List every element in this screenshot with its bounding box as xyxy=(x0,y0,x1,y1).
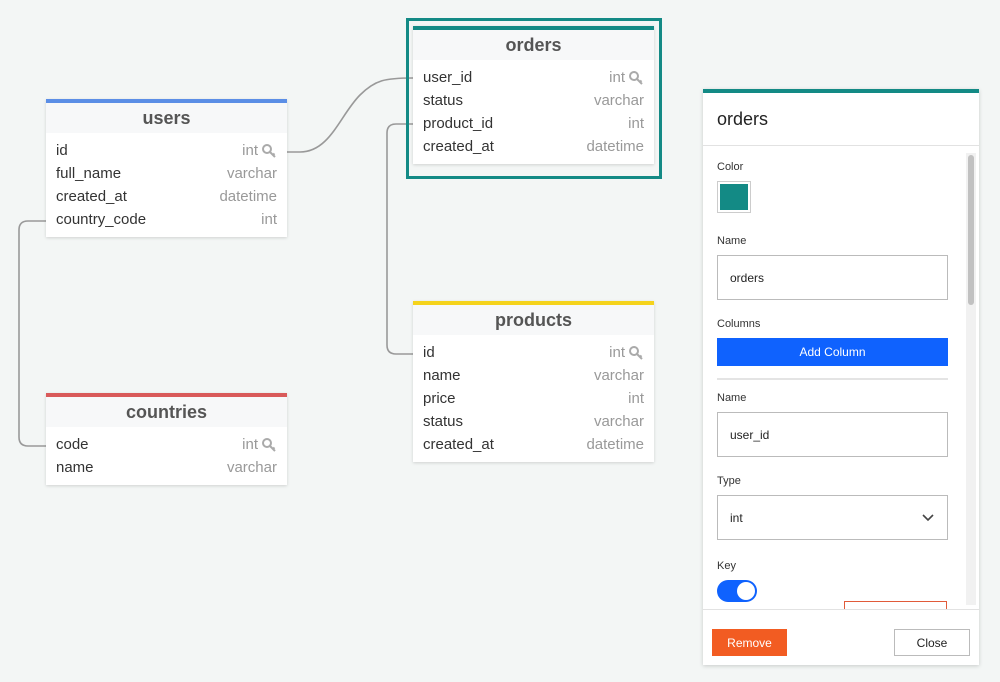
column-name: product_id xyxy=(423,115,494,132)
key-icon xyxy=(262,437,276,452)
column-type: varchar xyxy=(226,459,277,476)
column-name: code xyxy=(56,436,89,453)
column-name: status xyxy=(423,413,464,430)
column-type-wrap: int xyxy=(609,344,644,361)
panel-scroll-area[interactable]: Color Name orders Columns Add Column Nam… xyxy=(703,149,979,609)
column-name: name xyxy=(423,367,461,384)
remove-button[interactable]: Remove xyxy=(712,629,787,656)
panel-title: orders xyxy=(703,93,979,146)
name-label: Name xyxy=(717,235,747,247)
column-row[interactable]: name varchar xyxy=(413,364,654,387)
table-products[interactable]: products id int name varchar price int s… xyxy=(413,301,654,462)
column-type: int xyxy=(242,436,258,453)
column-name: price xyxy=(423,390,456,407)
type-label: Type xyxy=(717,475,741,487)
table-users[interactable]: users id int full_name varchar created_a… xyxy=(46,99,287,237)
column-row[interactable]: created_at datetime xyxy=(46,185,287,208)
link-users-id-orders-user-id xyxy=(287,77,414,153)
column-type: int xyxy=(628,390,644,407)
column-row[interactable]: code int xyxy=(46,433,287,456)
column-name: name xyxy=(56,459,94,476)
column-row[interactable]: country_code int xyxy=(46,208,287,231)
link-users-country-code-countries-code xyxy=(18,220,46,447)
column-name-input[interactable]: user_id xyxy=(717,412,948,457)
column-type: int xyxy=(242,142,258,159)
column-type: datetime xyxy=(219,188,277,205)
column-name: user_id xyxy=(423,69,473,86)
chevron-down-icon xyxy=(922,513,934,521)
column-type-wrap: int xyxy=(609,69,644,86)
color-label: Color xyxy=(717,161,744,173)
key-icon xyxy=(629,70,643,85)
column-row[interactable]: created_at datetime xyxy=(413,433,654,456)
column-row[interactable]: price int xyxy=(413,387,654,410)
column-name: full_name xyxy=(56,165,122,182)
key-icon xyxy=(629,345,643,360)
column-row[interactable]: product_id int xyxy=(413,112,654,135)
column-type: int xyxy=(609,344,625,361)
key-toggle[interactable] xyxy=(717,580,757,602)
column-name: id xyxy=(423,344,435,361)
table-orders-columns: user_id int status varchar product_id in… xyxy=(413,60,654,164)
scrollbar-thumb[interactable] xyxy=(968,155,974,305)
table-products-title[interactable]: products xyxy=(413,305,654,335)
column-name: id xyxy=(56,142,68,159)
column-type: datetime xyxy=(586,138,644,155)
column-type: varchar xyxy=(593,367,644,384)
toggle-knob xyxy=(737,582,755,600)
column-row[interactable]: id int xyxy=(413,341,654,364)
add-column-button[interactable]: Add Column xyxy=(717,338,948,366)
remove-column-button-partial[interactable] xyxy=(844,601,947,609)
column-name: created_at xyxy=(56,188,127,205)
table-orders[interactable]: orders user_id int status varchar produc… xyxy=(413,26,654,164)
column-row[interactable]: name varchar xyxy=(46,456,287,479)
column-type: int xyxy=(609,69,625,86)
divider xyxy=(717,378,948,380)
table-name-input[interactable]: orders xyxy=(717,255,948,300)
table-products-columns: id int name varchar price int status var… xyxy=(413,335,654,462)
close-button[interactable]: Close xyxy=(894,629,970,656)
color-swatch-fill xyxy=(720,184,748,210)
panel-footer: Remove Close xyxy=(703,609,979,665)
column-type: varchar xyxy=(226,165,277,182)
column-type-wrap: int xyxy=(242,436,277,453)
table-countries-title[interactable]: countries xyxy=(46,397,287,427)
table-users-columns: id int full_name varchar created_at date… xyxy=(46,133,287,237)
column-row[interactable]: status varchar xyxy=(413,89,654,112)
column-type: int xyxy=(261,211,277,228)
key-label: Key xyxy=(717,560,736,572)
column-row[interactable]: status varchar xyxy=(413,410,654,433)
column-name: created_at xyxy=(423,138,494,155)
color-picker[interactable] xyxy=(717,181,751,213)
column-type-value: int xyxy=(730,510,743,525)
table-orders-title[interactable]: orders xyxy=(413,30,654,60)
column-name: status xyxy=(423,92,464,109)
column-name: country_code xyxy=(56,211,147,228)
key-icon xyxy=(262,143,276,158)
panel-content: Color Name orders Columns Add Column Nam… xyxy=(703,161,962,602)
column-name: created_at xyxy=(423,436,494,453)
table-editor-panel: orders Color Name orders Columns Add Col… xyxy=(703,89,979,665)
column-name-label: Name xyxy=(717,392,747,404)
column-row[interactable]: full_name varchar xyxy=(46,162,287,185)
column-row[interactable]: user_id int xyxy=(413,66,654,89)
column-type: varchar xyxy=(593,413,644,430)
column-type: datetime xyxy=(586,436,644,453)
table-countries[interactable]: countries code int name varchar xyxy=(46,393,287,485)
column-type: varchar xyxy=(593,92,644,109)
column-type: int xyxy=(628,115,644,132)
table-countries-columns: code int name varchar xyxy=(46,427,287,485)
column-row[interactable]: id int xyxy=(46,139,287,162)
table-users-title[interactable]: users xyxy=(46,103,287,133)
column-type-select[interactable]: int xyxy=(717,495,948,540)
column-row[interactable]: created_at datetime xyxy=(413,135,654,158)
columns-label: Columns xyxy=(717,318,761,330)
column-type-wrap: int xyxy=(242,142,277,159)
link-orders-product-id-products-id xyxy=(386,123,413,355)
